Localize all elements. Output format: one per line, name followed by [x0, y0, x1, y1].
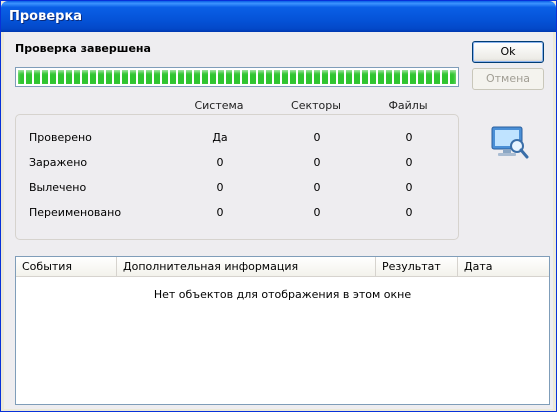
- title-bar[interactable]: Проверка: [1, 1, 556, 32]
- progress-fill: [18, 70, 456, 84]
- stat-infected-sectors: 0: [313, 156, 321, 169]
- stat-cured-files: 0: [405, 181, 413, 194]
- row-label-checked: Проверено: [29, 131, 92, 144]
- row-label-infected: Заражено: [29, 156, 88, 169]
- stat-checked-sectors: 0: [313, 131, 321, 144]
- column-header-files: Файлы: [388, 99, 428, 112]
- stat-checked-files: 0: [405, 131, 413, 144]
- stat-renamed-sectors: 0: [313, 206, 321, 219]
- stat-cured-sectors: 0: [313, 181, 321, 194]
- monitor-magnifier-icon: [491, 126, 529, 159]
- dialog-body: Проверка завершена Ok Отмена Система Сек…: [4, 32, 553, 409]
- column-additional-info[interactable]: Дополнительная информация: [117, 257, 376, 276]
- stat-renamed-files: 0: [405, 206, 413, 219]
- stat-cured-system: 0: [216, 181, 224, 194]
- progress-bar: [15, 67, 459, 87]
- stat-infected-files: 0: [405, 156, 413, 169]
- row-label-cured: Вылечено: [29, 181, 87, 194]
- column-events[interactable]: События: [16, 257, 117, 276]
- status-heading: Проверка завершена: [15, 42, 151, 55]
- ok-button[interactable]: Ok: [472, 41, 544, 63]
- stat-checked-system: Да: [212, 131, 228, 144]
- stat-renamed-system: 0: [216, 206, 224, 219]
- column-result[interactable]: Результат: [376, 257, 458, 276]
- empty-table-message: Нет объектов для отображения в этом окне: [153, 288, 412, 301]
- events-table-header: События Дополнительная информация Резуль…: [16, 257, 549, 277]
- scan-dialog-window: Проверка Проверка завершена Ok Отмена Си…: [0, 0, 557, 412]
- row-label-renamed: Переименовано: [29, 206, 122, 219]
- column-header-system: Система: [194, 99, 244, 112]
- events-table[interactable]: События Дополнительная информация Резуль…: [15, 256, 550, 405]
- window-title: Проверка: [9, 9, 83, 24]
- column-header-sectors: Секторы: [291, 99, 341, 112]
- column-date[interactable]: Дата: [458, 257, 549, 276]
- cancel-button[interactable]: Отмена: [472, 68, 544, 90]
- stats-panel: Проверено Да 0 0 Заражено 0 0 0 Вылечено…: [15, 114, 459, 240]
- stat-infected-system: 0: [216, 156, 224, 169]
